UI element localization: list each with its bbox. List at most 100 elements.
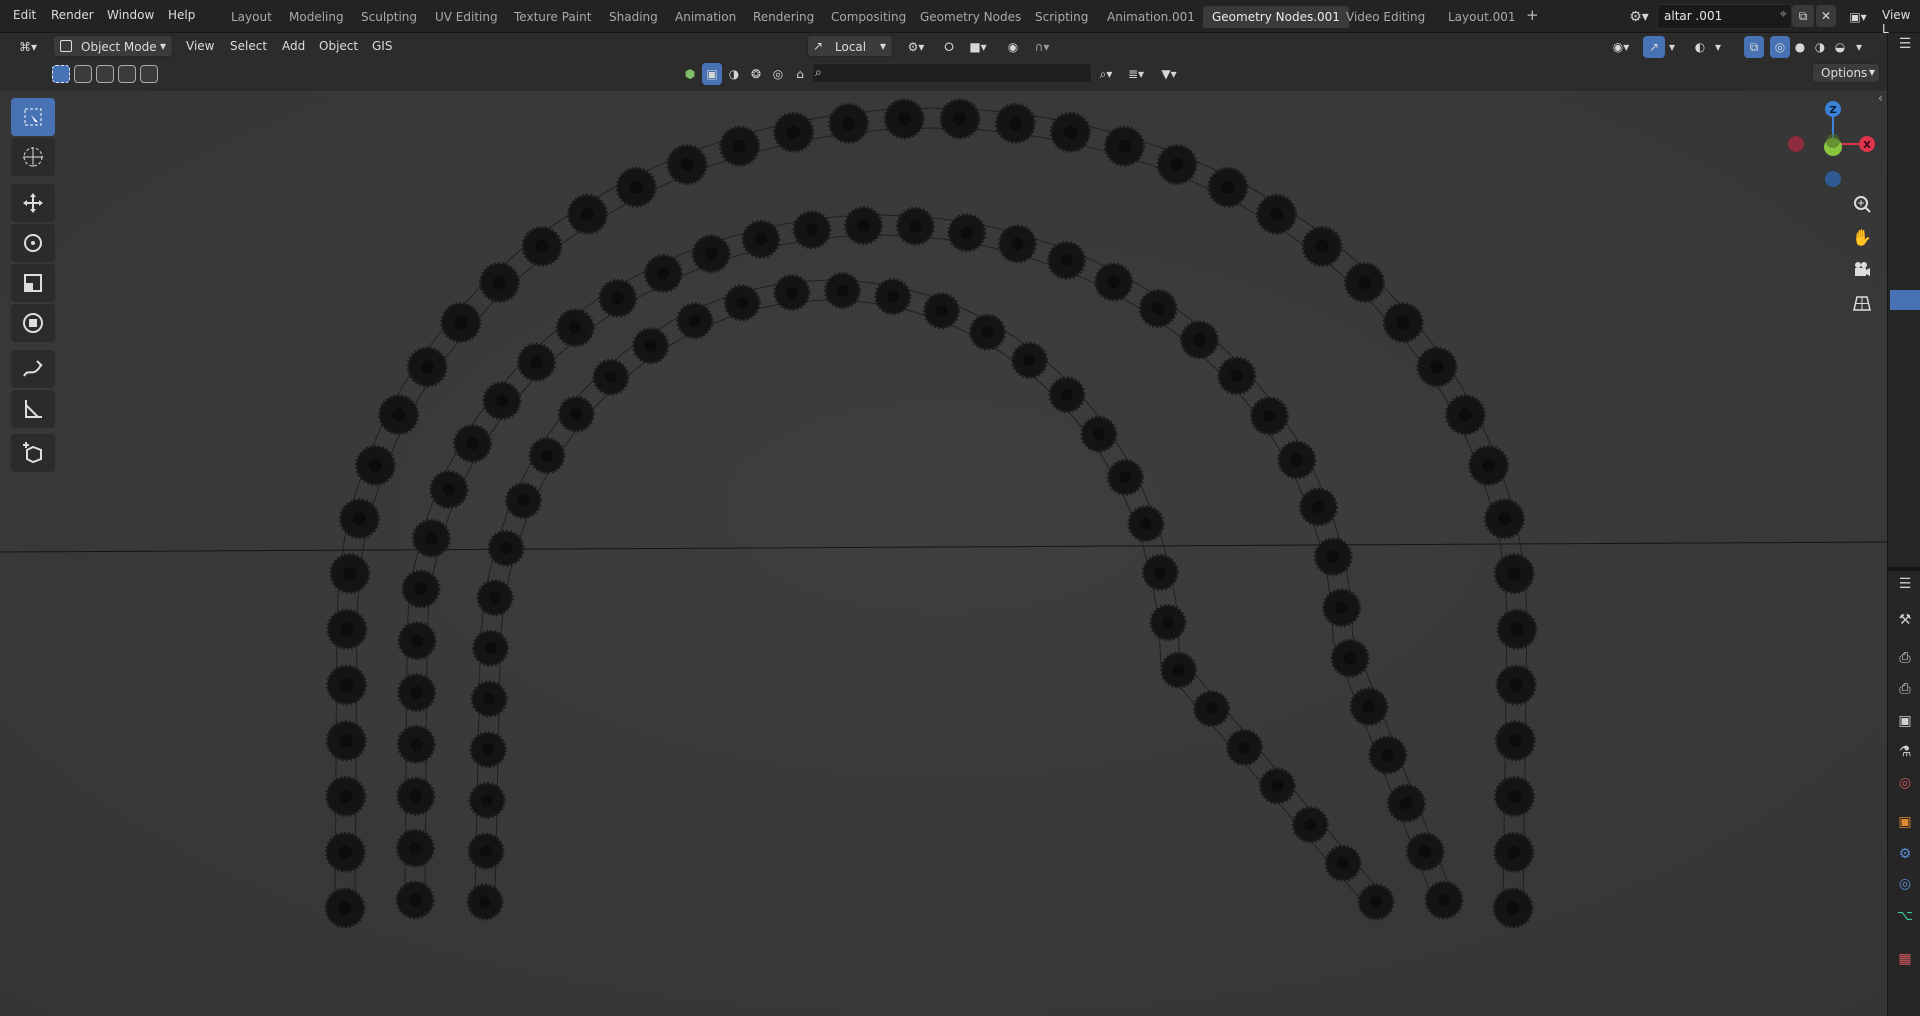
move-icon[interactable] — [11, 184, 55, 222]
transform-icon[interactable] — [11, 304, 55, 342]
axis-neg-y-circle[interactable] — [1826, 134, 1840, 148]
view-layer-label[interactable]: View L — [1882, 8, 1920, 36]
tab-geometry-nodes-001[interactable]: Geometry Nodes.001 — [1203, 6, 1349, 28]
menu-gis[interactable]: GIS — [372, 39, 392, 61]
menu-select[interactable]: Select — [230, 39, 267, 61]
tab-modeling[interactable]: Modeling — [280, 6, 353, 28]
render-properties-icon[interactable]: ⎙ — [1894, 647, 1916, 669]
shading-wireframe-icon[interactable]: ◎ — [1770, 36, 1790, 58]
filter-mesh-icon[interactable]: ▣ — [702, 63, 722, 85]
select-mode-intersect-icon[interactable] — [140, 65, 158, 83]
filter-icon[interactable]: ▼▾ — [1153, 63, 1185, 85]
tab-texture-paint[interactable]: Texture Paint — [505, 6, 600, 28]
constraint-properties-icon[interactable]: ⌥ — [1894, 905, 1916, 927]
scene-properties-icon[interactable]: ⚗ — [1894, 741, 1916, 763]
search-field[interactable]: ⌕ — [812, 63, 1092, 83]
outliner-icon[interactable]: ☰ — [1894, 33, 1916, 55]
tab-layout[interactable]: Layout — [222, 6, 281, 28]
falloff-icon[interactable]: ∩▾ — [1026, 36, 1058, 58]
shading-solid-icon[interactable]: ● — [1790, 36, 1810, 58]
tab-shading[interactable]: Shading — [600, 6, 667, 28]
proportional-edit-icon[interactable]: ◉ — [1002, 36, 1024, 58]
select-mode-subtract-icon[interactable] — [96, 65, 114, 83]
menu-object[interactable]: Object — [319, 39, 358, 61]
select-mode-new-icon[interactable] — [52, 65, 70, 83]
world-properties-icon[interactable]: ◎ — [1894, 772, 1916, 794]
tab-geometry-nodes[interactable]: Geometry Nodes — [911, 6, 1030, 28]
scene-selector[interactable]: altar .001 ⌖ — [1657, 4, 1792, 29]
grid-view-icon[interactable] — [1846, 287, 1878, 319]
mode-selector[interactable]: Object Mode ▾ — [53, 35, 173, 57]
modifier-properties-icon[interactable]: ⚙ — [1894, 843, 1916, 865]
tab-animation-001[interactable]: Animation.001 — [1098, 6, 1204, 28]
shading-dropdown-icon[interactable]: ▾ — [1852, 36, 1866, 58]
filter-world-icon[interactable]: ◎ — [768, 63, 788, 85]
visibility-icon[interactable]: ◉▾ — [1604, 36, 1638, 58]
3d-viewport[interactable]: Z X ✋ ‹ — [0, 91, 1887, 1016]
select-box-icon[interactable] — [11, 98, 55, 136]
pan-hand-icon[interactable]: ✋ — [1846, 221, 1878, 253]
editor-type-icon[interactable]: ⌘▾ — [12, 36, 44, 58]
tab-rendering[interactable]: Rendering — [744, 6, 823, 28]
cursor-icon[interactable] — [11, 138, 55, 176]
xray-icon[interactable]: ⧉ — [1744, 36, 1764, 58]
tab-scripting[interactable]: Scripting — [1026, 6, 1097, 28]
rotate-icon[interactable] — [11, 224, 55, 262]
overlay-dropdown-icon[interactable]: ▾ — [1711, 36, 1725, 58]
select-mode-extend-icon[interactable] — [74, 65, 92, 83]
menu-view[interactable]: View — [186, 39, 214, 61]
view-layer-properties-icon[interactable]: ▣ — [1894, 710, 1916, 732]
options-dropdown[interactable]: Options ▾ — [1812, 63, 1880, 83]
transform-orientation-dropdown[interactable]: ↗ Local ▾ — [807, 35, 893, 57]
tab-compositing[interactable]: Compositing — [822, 6, 915, 28]
scene-icon[interactable]: ⚙▾ — [1624, 7, 1654, 27]
gizmo-dropdown-icon[interactable]: ▾ — [1665, 36, 1679, 58]
funnel-filter-icon[interactable]: ⌕▾ — [1095, 63, 1117, 85]
snap-icon[interactable]: ⭘ — [938, 36, 960, 58]
axis-neg-x-circle[interactable] — [1788, 136, 1804, 152]
collection-filter-icon[interactable]: ⬢ — [680, 63, 700, 85]
camera-icon[interactable] — [1846, 254, 1878, 286]
tab-uv-editing[interactable]: UV Editing — [426, 6, 507, 28]
pin-icon[interactable]: ⌖ — [1780, 7, 1787, 22]
pivot-icon[interactable]: ⚙▾ — [900, 36, 932, 58]
menu-render[interactable]: Render — [51, 8, 94, 22]
gizmo-toggle-icon[interactable]: ↗ — [1643, 36, 1665, 58]
annotate-icon[interactable] — [11, 350, 55, 388]
menu-window[interactable]: Window — [107, 8, 154, 22]
close-icon[interactable]: ✕ — [1816, 5, 1836, 27]
sidebar-toggle-icon[interactable]: ‹ — [1878, 91, 1883, 105]
menu-edit[interactable]: Edit — [13, 8, 36, 22]
output-properties-icon[interactable]: ⎙ — [1894, 678, 1916, 700]
select-mode-invert-icon[interactable] — [118, 65, 136, 83]
tab-video-editing[interactable]: Video Editing — [1337, 6, 1434, 28]
physics-properties-icon[interactable]: ◎ — [1894, 873, 1916, 895]
properties-menu-icon[interactable]: ☰ — [1894, 573, 1916, 595]
snap-target-icon[interactable]: ■▾ — [962, 36, 994, 58]
menu-help[interactable]: Help — [168, 8, 195, 22]
axis-neg-z-circle[interactable] — [1825, 171, 1841, 187]
tab-animation[interactable]: Animation — [666, 6, 745, 28]
view-layer-icon[interactable]: ▣▾ — [1843, 7, 1873, 27]
tab-sculpting[interactable]: Sculpting — [352, 6, 426, 28]
add-cube-icon[interactable] — [11, 434, 55, 472]
measure-icon[interactable] — [11, 390, 55, 428]
shading-material-icon[interactable]: ◑ — [1810, 36, 1830, 58]
filter-camera-icon[interactable]: ⌂ — [790, 63, 810, 85]
new-scene-icon[interactable]: ⧉ — [1792, 5, 1814, 27]
add-workspace-button[interactable]: + — [1526, 6, 1539, 24]
menu-add[interactable]: Add — [282, 39, 305, 61]
tab-layout-001[interactable]: Layout.001 — [1439, 6, 1525, 28]
tool-properties-icon[interactable]: ⚒ — [1894, 609, 1916, 631]
flower-cluster — [339, 498, 380, 540]
scale-icon[interactable] — [11, 264, 55, 302]
shading-rendered-icon[interactable]: ◒ — [1830, 36, 1850, 58]
filter-light-icon[interactable]: ❂ — [746, 63, 766, 85]
navigation-gizmo[interactable]: Z X — [1775, 91, 1885, 191]
object-properties-icon[interactable]: ▣ — [1894, 811, 1916, 833]
filter-sphere-icon[interactable]: ◑ — [724, 63, 744, 85]
zoom-icon[interactable] — [1846, 188, 1878, 220]
sort-icon[interactable]: ≣▾ — [1120, 63, 1152, 85]
overlay-icon[interactable]: ◐ — [1689, 36, 1711, 58]
texture-properties-icon[interactable]: ▦ — [1894, 948, 1916, 970]
